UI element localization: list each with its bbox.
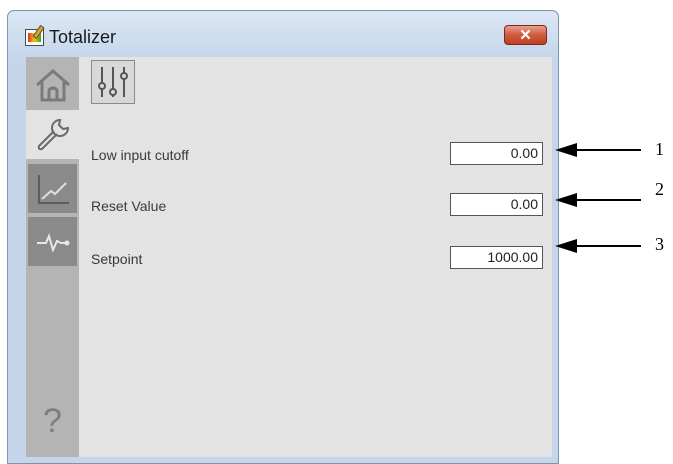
callout-arrow-2 <box>555 193 641 207</box>
reset-value-label: Reset Value <box>91 198 167 214</box>
callout-arrow-3 <box>555 239 641 253</box>
setpoint-label: Setpoint <box>91 251 143 267</box>
low-input-cutoff-input[interactable]: 0.00 <box>450 142 543 165</box>
callout-number-3: 3 <box>655 234 664 254</box>
close-button[interactable]: ✕ <box>504 25 547 45</box>
totalizer-app-icon <box>25 24 45 46</box>
sidebar-item-alarms[interactable] <box>28 217 77 266</box>
sidebar-item-maintenance[interactable] <box>26 110 79 159</box>
wrench-icon <box>37 118 69 150</box>
alarm-pulse-icon <box>36 232 69 253</box>
low-input-cutoff-label: Low input cutoff <box>91 147 189 163</box>
setpoint-input[interactable]: 1000.00 <box>450 246 543 269</box>
reset-value-input[interactable]: 0.00 <box>450 193 543 216</box>
sliders-icon <box>98 67 128 97</box>
tab-configuration[interactable] <box>91 60 135 104</box>
faceplate-content: ? Low input cutoff 0.00 Reset Value 0.00… <box>26 57 552 457</box>
sidebar: ? <box>26 57 79 457</box>
help-button[interactable]: ? <box>28 397 77 446</box>
callout-number-2: 2 <box>655 179 664 199</box>
close-icon: ✕ <box>519 26 532 44</box>
title-bar[interactable]: Totalizer ✕ <box>8 11 558 57</box>
sidebar-item-trends[interactable] <box>28 164 77 213</box>
help-icon: ? <box>43 402 62 440</box>
sidebar-item-home[interactable] <box>28 60 77 109</box>
callout-number-1: 1 <box>655 139 664 159</box>
window-title: Totalizer <box>49 27 117 47</box>
trend-icon <box>37 174 69 204</box>
home-icon <box>35 68 70 101</box>
callout-arrow-1 <box>555 143 641 157</box>
faceplate-window: Totalizer ✕ ? Low input cutoff 0.00 Rese… <box>7 10 559 464</box>
